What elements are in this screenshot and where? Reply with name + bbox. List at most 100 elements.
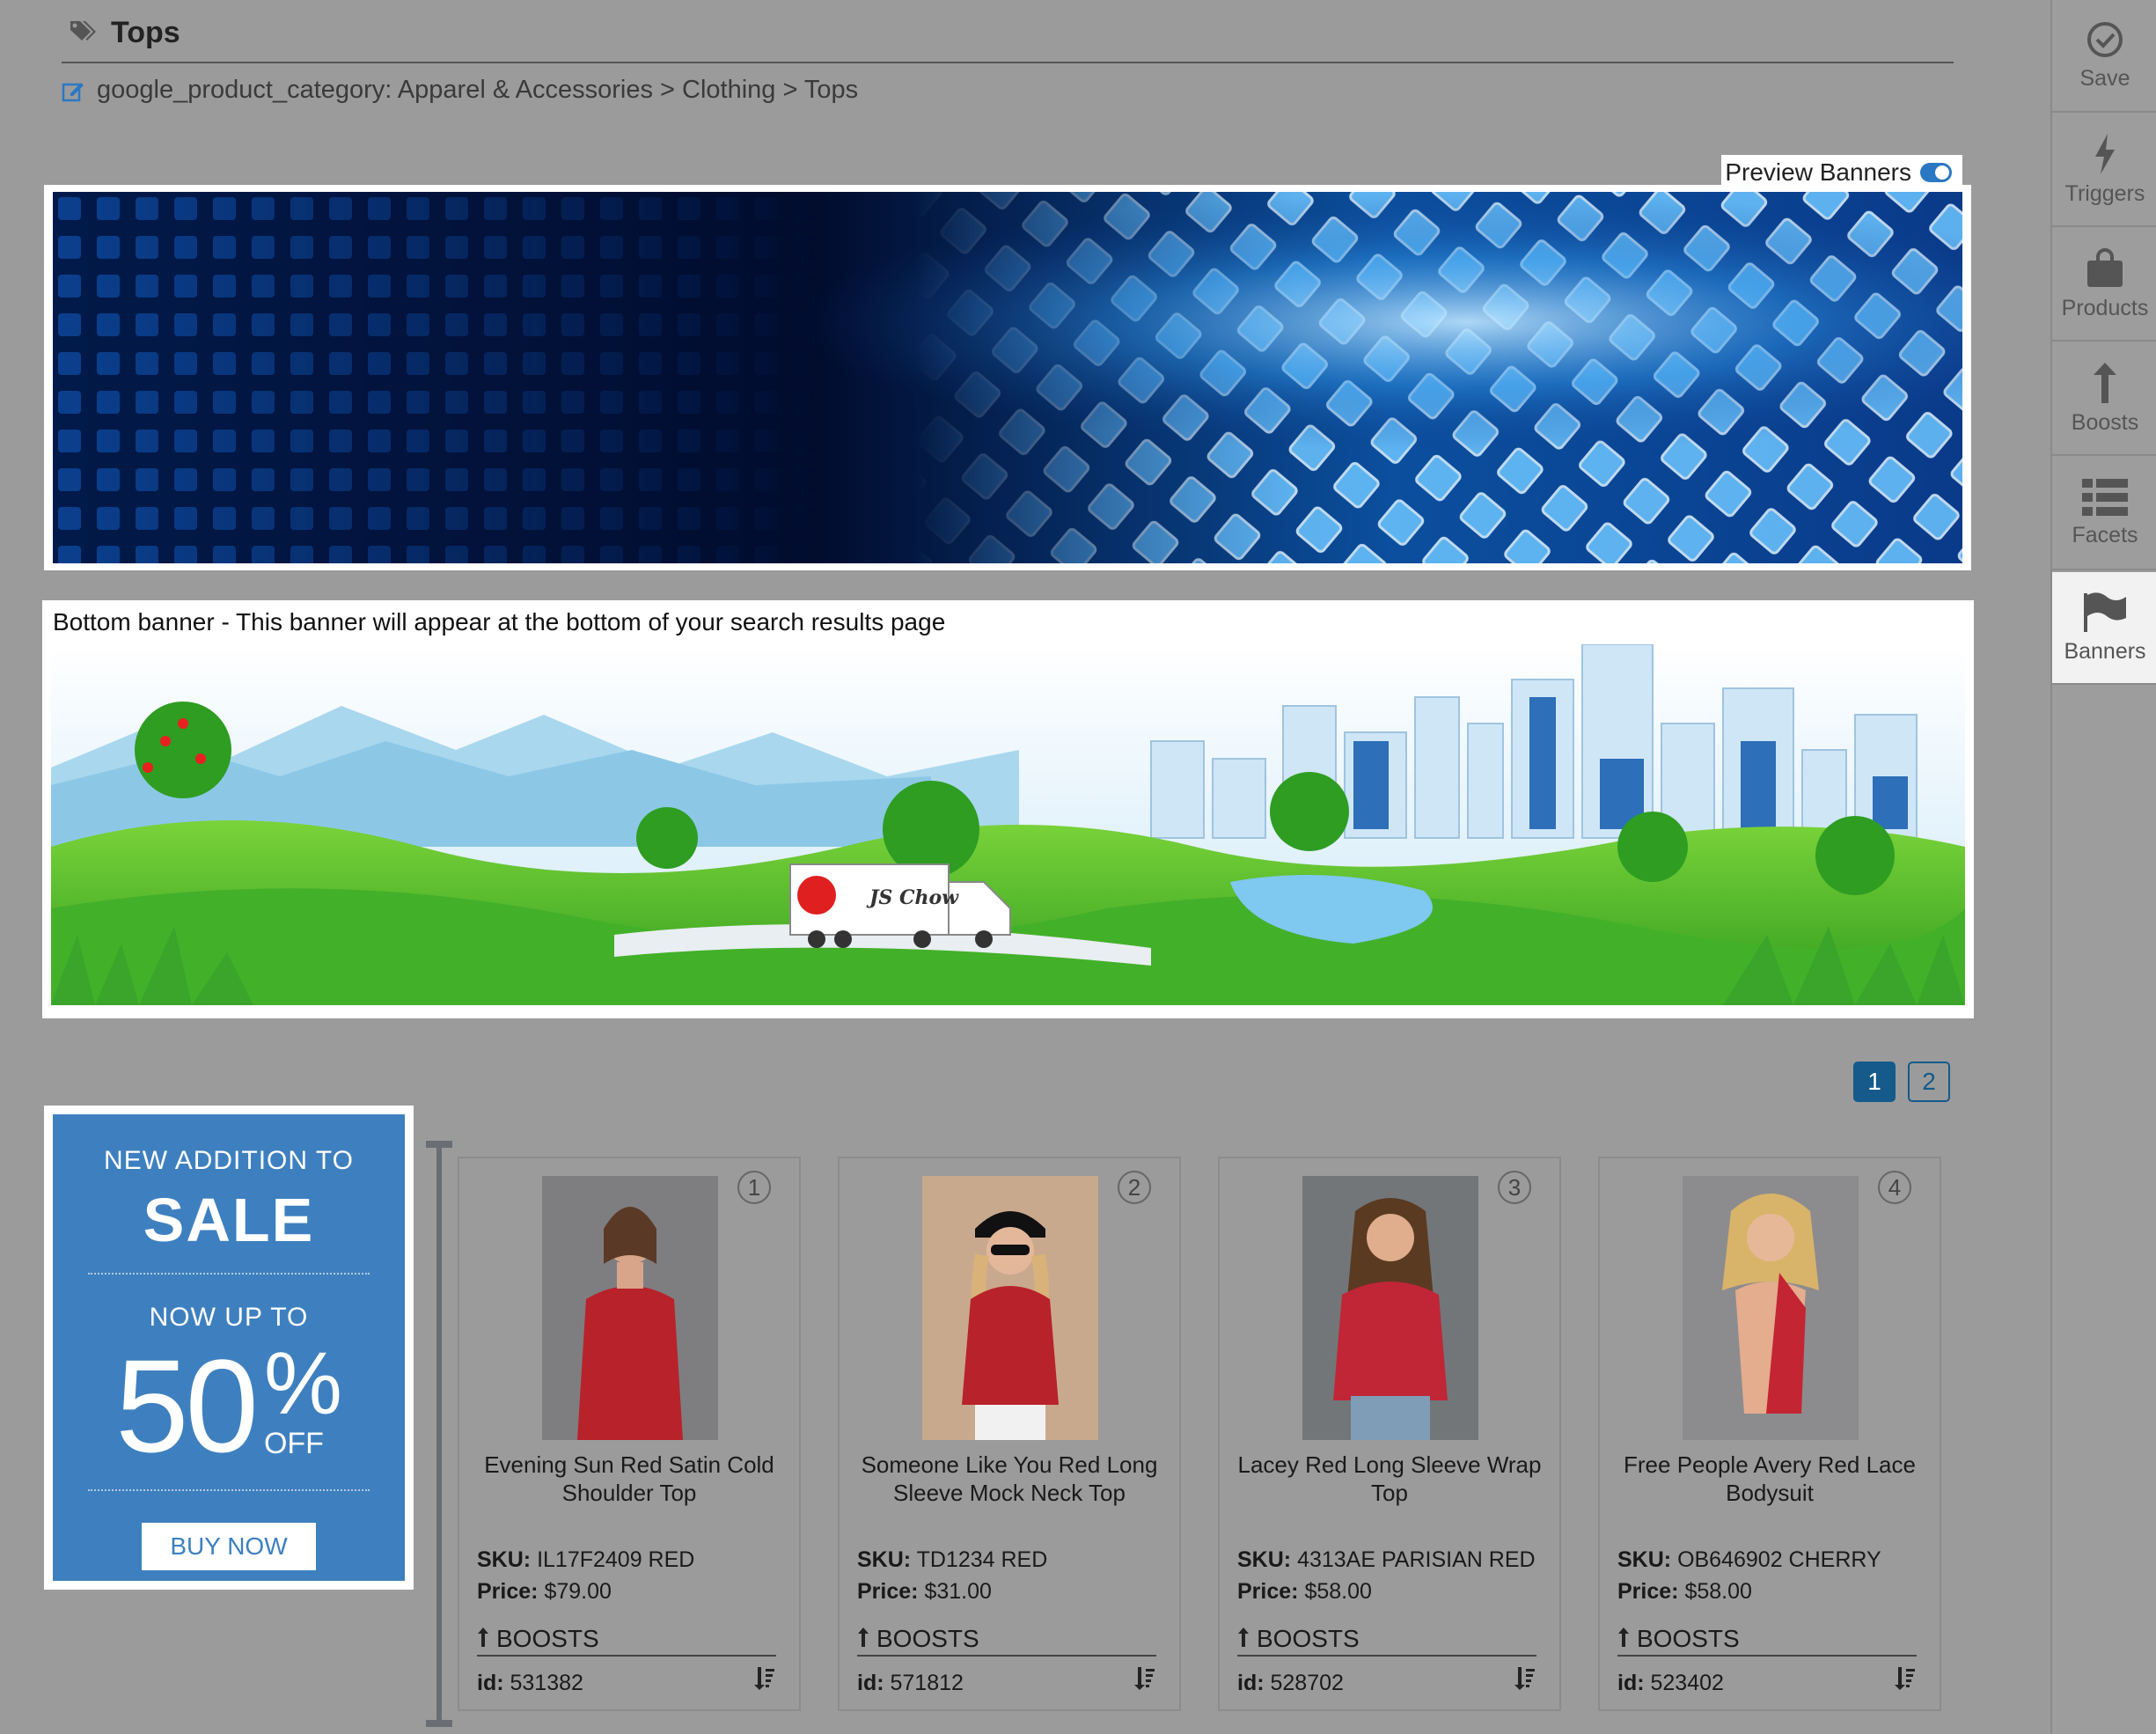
product-name[interactable]: Lacey Red Long Sleeve Wrap Top bbox=[1237, 1451, 1542, 1507]
sidebar-item-label: Boosts bbox=[2071, 409, 2139, 435]
sidebar-item-banners[interactable]: Banners bbox=[2052, 572, 2156, 685]
product-price: Price: $79.00 bbox=[477, 1579, 612, 1605]
breadcrumb-text[interactable]: google_product_category: Apparel & Acces… bbox=[97, 76, 858, 105]
breadcrumb[interactable]: google_product_category: Apparel & Acces… bbox=[62, 76, 858, 105]
price-value: $58.00 bbox=[1304, 1579, 1372, 1604]
boosts-header[interactable]: BOOSTS bbox=[1617, 1625, 1917, 1657]
product-sku: SKU: IL17F2409 RED bbox=[477, 1547, 694, 1573]
boosts-header[interactable]: BOOSTS bbox=[1237, 1625, 1536, 1657]
sale-percent-number: 50 bbox=[115, 1332, 259, 1480]
product-price: Price: $31.00 bbox=[857, 1579, 992, 1605]
title-divider bbox=[62, 62, 1954, 63]
id-label: id: bbox=[857, 1671, 884, 1695]
product-id: id: 523402 bbox=[1617, 1671, 1724, 1696]
sidebar-item-save[interactable]: Save bbox=[2052, 0, 2156, 113]
sort-icon[interactable] bbox=[753, 1667, 774, 1694]
boosts-label: BOOSTS bbox=[876, 1625, 979, 1652]
sidebar-item-triggers[interactable]: Triggers bbox=[2052, 114, 2156, 227]
sidebar-item-boosts[interactable]: Boosts bbox=[2052, 343, 2156, 456]
resize-handle-bottom bbox=[426, 1720, 452, 1727]
price-value: $58.00 bbox=[1684, 1579, 1752, 1604]
price-value: $31.00 bbox=[924, 1579, 992, 1604]
product-price: Price: $58.00 bbox=[1237, 1579, 1372, 1605]
id-label: id: bbox=[477, 1671, 504, 1695]
sku-label: SKU: bbox=[857, 1547, 912, 1572]
product-id: id: 528702 bbox=[1237, 1671, 1344, 1696]
id-value: 528702 bbox=[1270, 1671, 1344, 1695]
product-name[interactable]: Evening Sun Red Satin Cold Shoulder Top bbox=[477, 1451, 781, 1507]
boosts-header[interactable]: BOOSTS bbox=[477, 1625, 776, 1657]
sidebar-item-products[interactable]: Products bbox=[2052, 229, 2156, 342]
product-sku: SKU: 4313AE PARISIAN RED bbox=[1237, 1547, 1536, 1573]
boosts-header[interactable]: BOOSTS bbox=[857, 1625, 1156, 1657]
sku-label: SKU: bbox=[1237, 1547, 1292, 1572]
product-card[interactable]: 1 Evening Sun Red Satin Cold Shoulder To… bbox=[458, 1157, 801, 1711]
id-value: 531382 bbox=[510, 1671, 583, 1695]
sale-divider-2 bbox=[88, 1489, 370, 1491]
tags-icon bbox=[69, 16, 97, 50]
boost-arrow-icon bbox=[1237, 1625, 1250, 1653]
shopping-bag-icon bbox=[2084, 247, 2126, 289]
product-id: id: 531382 bbox=[477, 1671, 583, 1696]
sku-value: OB646902 CHERRY bbox=[1677, 1547, 1881, 1572]
sale-percent-sign: % bbox=[263, 1334, 342, 1433]
price-value: $79.00 bbox=[544, 1579, 612, 1604]
id-value: 523402 bbox=[1650, 1671, 1724, 1695]
product-position: 3 bbox=[1498, 1171, 1531, 1204]
product-position: 4 bbox=[1878, 1171, 1911, 1204]
sale-divider bbox=[88, 1273, 370, 1275]
page-2-button[interactable]: 2 bbox=[1908, 1062, 1950, 1102]
sidebar-item-label: Facets bbox=[2072, 522, 2138, 547]
preview-banners-label: Preview Banners bbox=[1725, 158, 1911, 186]
product-image[interactable] bbox=[542, 1176, 718, 1440]
product-position: 1 bbox=[737, 1171, 771, 1204]
sku-value: TD1234 RED bbox=[916, 1547, 1048, 1572]
buy-now-button[interactable]: BUY NOW bbox=[142, 1523, 316, 1570]
sidebar-item-label: Products bbox=[2061, 295, 2149, 320]
id-value: 571812 bbox=[890, 1671, 964, 1695]
toggle-switch[interactable] bbox=[1920, 163, 1952, 182]
sale-line-2: SALE bbox=[143, 1186, 315, 1254]
sort-icon[interactable] bbox=[1894, 1667, 1915, 1694]
product-image[interactable] bbox=[922, 1176, 1098, 1440]
product-name[interactable]: Someone Like You Red Long Sleeve Mock Ne… bbox=[857, 1451, 1162, 1507]
list-icon bbox=[2082, 478, 2128, 516]
price-label: Price: bbox=[477, 1579, 539, 1604]
boost-arrow-icon bbox=[477, 1625, 489, 1653]
sku-label: SKU: bbox=[1617, 1547, 1672, 1572]
product-sku: SKU: OB646902 CHERRY bbox=[1617, 1547, 1881, 1573]
sale-banner[interactable]: NEW ADDITION TO SALE NOW UP TO 50 % OFF … bbox=[44, 1106, 414, 1590]
sidebar-item-facets[interactable]: Facets bbox=[2052, 458, 2156, 570]
product-sku: SKU: TD1234 RED bbox=[857, 1547, 1047, 1573]
product-position: 2 bbox=[1118, 1171, 1151, 1204]
id-label: id: bbox=[1617, 1671, 1645, 1695]
sale-line-1: NEW ADDITION TO bbox=[104, 1146, 354, 1175]
sku-label: SKU: bbox=[477, 1547, 532, 1572]
sort-icon[interactable] bbox=[1133, 1667, 1155, 1694]
product-card[interactable]: 4 Free People Avery Red Lace Bodysuit SK… bbox=[1598, 1157, 1941, 1711]
sidebar-item-label: Save bbox=[2079, 65, 2130, 91]
page-1-button[interactable]: 1 bbox=[1853, 1062, 1896, 1102]
product-price: Price: $58.00 bbox=[1617, 1579, 1752, 1605]
price-label: Price: bbox=[857, 1579, 919, 1604]
product-card[interactable]: 3 Lacey Red Long Sleeve Wrap Top SKU: 43… bbox=[1218, 1157, 1561, 1711]
boost-arrow-icon bbox=[857, 1625, 869, 1653]
boost-arrow-icon bbox=[1617, 1625, 1630, 1653]
truck-brand-text: JS Chow bbox=[866, 886, 959, 909]
page-title-text: Tops bbox=[111, 16, 180, 49]
page-title: Tops bbox=[69, 16, 180, 50]
resize-handle[interactable] bbox=[426, 1141, 452, 1727]
sale-off-text: OFF bbox=[263, 1427, 324, 1460]
product-card[interactable]: 2 Someone Like You Red Long Sleeve Mock … bbox=[838, 1157, 1181, 1711]
boosts-label: BOOSTS bbox=[1257, 1625, 1360, 1652]
product-image[interactable] bbox=[1302, 1176, 1478, 1440]
pagination: 1 2 bbox=[1853, 1062, 1950, 1102]
sale-banner-inner: NEW ADDITION TO SALE NOW UP TO 50 % OFF … bbox=[53, 1114, 405, 1581]
edit-icon[interactable] bbox=[62, 79, 86, 102]
product-name[interactable]: Free People Avery Red Lace Bodysuit bbox=[1617, 1451, 1922, 1507]
sale-line-3: NOW UP TO bbox=[149, 1303, 309, 1332]
sort-icon[interactable] bbox=[1514, 1667, 1535, 1694]
top-banner[interactable] bbox=[44, 185, 1971, 570]
product-image[interactable] bbox=[1683, 1176, 1859, 1440]
bottom-banner[interactable]: Bottom banner - This banner will appear … bbox=[42, 600, 1974, 1018]
